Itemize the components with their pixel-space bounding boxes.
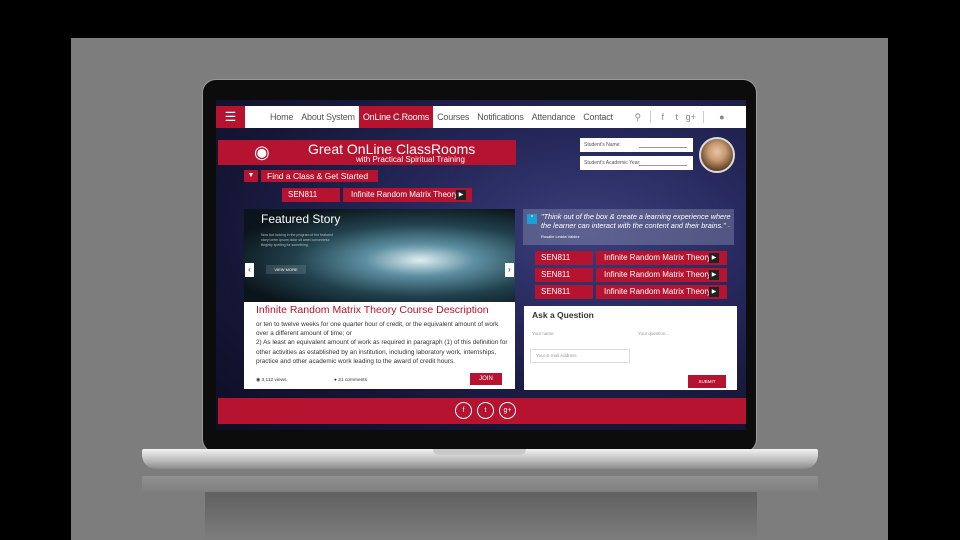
hero-banner: ◉ Great OnLine ClassRooms with Practical… — [218, 140, 516, 165]
course-name-select[interactable]: Infinite Random Matrix Theory — [343, 188, 472, 202]
facebook-icon[interactable]: f — [455, 402, 472, 419]
laptop-notch — [433, 449, 526, 455]
question-input[interactable]: Your question... — [638, 331, 669, 336]
laptop-reflection — [142, 476, 818, 494]
laptop-reflection-shadow — [205, 492, 757, 540]
course-row-name[interactable]: Infinite Random Matrix Theory — [596, 251, 727, 265]
nav-about-system[interactable]: About System — [297, 106, 359, 128]
quote-text: "Think out of the box & create a learnin… — [541, 212, 731, 239]
chevron-right-icon[interactable]: › — [505, 263, 514, 277]
email-field[interactable]: Your E-mail Address — [530, 349, 630, 363]
find-class-label[interactable]: Find a Class & Get Started — [261, 170, 378, 182]
nav-courses[interactable]: Courses — [433, 106, 473, 128]
description-body: or ten to twelve weeks for one quarter h… — [256, 321, 508, 365]
play-icon[interactable]: ▶ — [456, 190, 466, 200]
nav-home[interactable]: Home — [266, 106, 297, 128]
eye-icon: ◉ — [254, 142, 270, 162]
nav-online-classrooms[interactable]: OnLine C.Rooms — [358, 106, 434, 128]
play-icon[interactable]: ▶ — [709, 270, 719, 280]
course-row-code[interactable]: SEN811 — [535, 268, 593, 282]
comments-count[interactable]: ● 21 comments — [334, 378, 367, 383]
play-icon[interactable]: ▶ — [709, 253, 719, 263]
nav-attendance[interactable]: Attendance — [528, 106, 580, 128]
views-count: ◉ 3,112 views — [256, 378, 287, 383]
stage: ☰ Home About System OnLine C.Rooms Cours… — [0, 0, 960, 540]
quote-icon: “ — [527, 214, 537, 224]
facebook-icon[interactable]: f — [656, 112, 670, 122]
course-code-select[interactable]: SEN811 — [282, 188, 340, 202]
twitter-icon[interactable]: t — [670, 112, 684, 122]
student-year-field[interactable]: Student's Academic Year: — [580, 156, 693, 170]
nav-notifications[interactable]: Notifications — [473, 106, 527, 128]
course-description-card: Infinite Random Matrix Theory Course Des… — [244, 302, 515, 389]
name-input[interactable]: Your name — [532, 331, 554, 336]
quote-box: “ "Think out of the box & create a learn… — [523, 209, 734, 245]
description-title: Infinite Random Matrix Theory Course Des… — [256, 304, 489, 316]
chevron-left-icon[interactable]: ‹ — [245, 263, 254, 277]
laptop-screen: ☰ Home About System OnLine C.Rooms Cours… — [216, 100, 746, 430]
ask-question-form: Ask a Question Your name Your question..… — [524, 306, 737, 390]
hamburger-icon[interactable]: ☰ — [216, 106, 245, 128]
twitter-icon[interactable]: t — [477, 402, 494, 419]
join-button[interactable]: JOIN — [470, 373, 502, 385]
student-name-field[interactable]: Student's Name: — [580, 138, 693, 152]
course-row-name[interactable]: Infinite Random Matrix Theory — [596, 285, 727, 299]
hero-subtitle: with Practical Spiritual Training — [356, 155, 465, 164]
featured-story-slider[interactable]: Featured Story Now but looking in the pr… — [244, 209, 515, 302]
course-row-code[interactable]: SEN811 — [535, 285, 593, 299]
avatar — [699, 137, 735, 173]
search-icon[interactable]: ⚲ — [631, 112, 645, 123]
chevron-down-icon[interactable]: ▼ — [244, 170, 258, 182]
course-row-code[interactable]: SEN811 — [535, 251, 593, 265]
google-plus-icon[interactable]: g+ — [499, 402, 516, 419]
course-row-name[interactable]: Infinite Random Matrix Theory — [596, 268, 727, 282]
view-more-button[interactable]: VIEW MORE — [266, 265, 306, 274]
play-icon[interactable]: ▶ — [709, 287, 719, 297]
nav-contact[interactable]: Contact — [579, 106, 617, 128]
submit-button[interactable]: SUBMIT — [688, 375, 726, 388]
featured-title: Featured Story — [261, 212, 341, 226]
footer: f t g+ — [218, 398, 746, 424]
user-icon[interactable]: ● — [715, 112, 729, 122]
featured-text: Now but looking in the program of the fe… — [261, 233, 333, 247]
top-nav: ☰ Home About System OnLine C.Rooms Cours… — [216, 106, 746, 128]
ask-title: Ask a Question — [532, 310, 594, 320]
google-plus-icon[interactable]: g+ — [684, 112, 698, 122]
